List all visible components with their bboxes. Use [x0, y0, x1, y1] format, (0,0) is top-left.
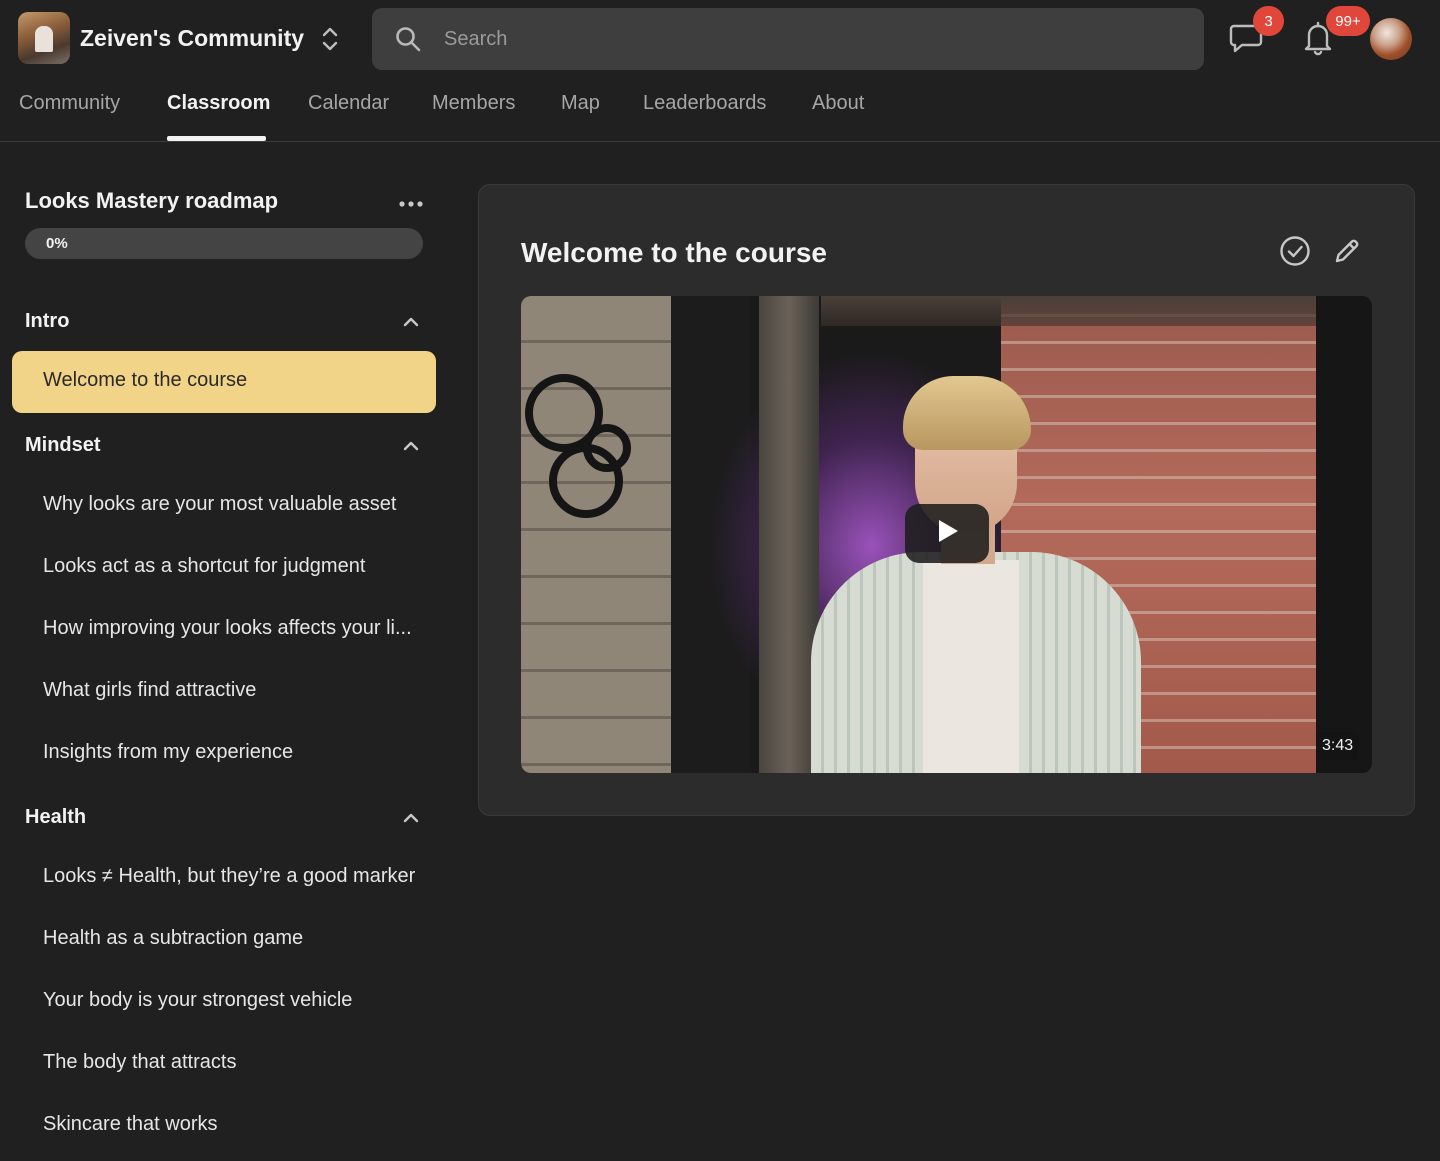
chevron-up-icon — [401, 312, 421, 332]
video-frame-presenter — [791, 376, 1171, 773]
lesson-label: Looks ≠ Health, but they’re a good marke… — [43, 865, 416, 887]
lesson-label: Health as a subtraction game — [43, 927, 304, 949]
lesson-label: Insights from my experience — [43, 741, 294, 763]
video-frame-dark-edge — [1316, 296, 1372, 773]
lesson-item[interactable]: The body that attracts — [12, 1033, 436, 1095]
video-player[interactable]: 3:43 — [521, 296, 1372, 773]
section-title: Health — [25, 806, 87, 828]
search-icon — [394, 25, 422, 53]
chevron-up-icon — [401, 436, 421, 456]
section-title: Mindset — [25, 434, 101, 456]
video-frame-ceiling — [821, 296, 1316, 326]
tab-classroom[interactable]: Classroom — [167, 92, 270, 115]
lesson-label: What girls find attractive — [43, 679, 257, 701]
lesson-label: Your body is your strongest vehicle — [43, 989, 353, 1011]
play-icon — [934, 518, 960, 549]
search-bar[interactable] — [372, 8, 1204, 70]
pencil-icon — [1332, 236, 1362, 271]
lesson-label: Welcome to the course — [43, 369, 248, 391]
lesson-label: Why looks are your most valuable asset — [43, 493, 397, 515]
section-title: Intro — [25, 310, 70, 332]
section-header-health[interactable]: Health — [25, 803, 425, 833]
lesson-item[interactable]: Your body is your strongest vehicle — [12, 971, 436, 1033]
tab-members[interactable]: Members — [432, 92, 515, 115]
mark-complete-button[interactable] — [1278, 235, 1312, 272]
chevron-up-icon — [401, 808, 421, 828]
lesson-item[interactable]: Skincare that works — [12, 1095, 436, 1157]
lesson-item[interactable]: Health as a subtraction game — [12, 909, 436, 971]
community-name[interactable]: Zeiven's Community — [80, 25, 304, 52]
video-frame-reel — [583, 424, 631, 472]
lesson-item[interactable]: What girls find attractive — [12, 661, 436, 723]
more-horizontal-icon — [399, 194, 423, 212]
lesson-label: Skincare that works — [43, 1113, 218, 1135]
community-brand[interactable]: Zeiven's Community — [18, 12, 304, 64]
lesson-item[interactable]: Looks act as a shortcut for judgment — [12, 537, 436, 599]
chevron-up-down-icon[interactable] — [318, 24, 342, 54]
chat-badge: 3 — [1253, 6, 1284, 36]
lesson-item[interactable]: How improving your looks affects your li… — [12, 599, 436, 661]
search-input[interactable] — [442, 26, 1204, 52]
progress-label: 0% — [46, 235, 68, 252]
lesson-title: Welcome to the course — [521, 237, 828, 268]
roadmap-title: Looks Mastery roadmap — [25, 188, 279, 213]
lesson-label: How improving your looks affects your li… — [43, 617, 412, 639]
tab-calendar[interactable]: Calendar — [308, 92, 389, 115]
section-header-intro[interactable]: Intro — [25, 307, 425, 337]
play-button[interactable] — [905, 504, 989, 563]
video-frame-presenter-tee — [923, 560, 1019, 773]
tab-community[interactable]: Community — [19, 92, 120, 115]
video-frame-presenter-hair — [903, 376, 1031, 450]
check-circle-icon — [1279, 235, 1311, 272]
lesson-card: Welcome to the course 3:43 — [478, 184, 1415, 816]
user-avatar[interactable] — [1370, 18, 1412, 60]
notifications-badge: 99+ — [1326, 6, 1370, 36]
main-nav: Community Classroom Calendar Members Map… — [0, 82, 1440, 142]
lesson-item[interactable]: Looks ≠ Health, but they’re a good marke… — [12, 847, 436, 909]
lesson-item[interactable]: Why looks are your most valuable asset — [12, 475, 436, 537]
section-header-mindset[interactable]: Mindset — [25, 431, 425, 461]
lesson-item[interactable]: Welcome to the course — [12, 351, 436, 413]
tab-about[interactable]: About — [812, 92, 864, 115]
top-header: Zeiven's Community 3 — [0, 0, 1440, 76]
community-logo[interactable] — [18, 12, 70, 64]
lesson-item[interactable]: Insights from my experience — [12, 723, 436, 785]
edit-lesson-button[interactable] — [1330, 236, 1364, 270]
more-options-button[interactable] — [396, 191, 426, 215]
lesson-label: The body that attracts — [43, 1051, 237, 1073]
tab-leaderboards[interactable]: Leaderboards — [643, 92, 766, 115]
course-sidebar: Looks Mastery roadmap 0% Intro Welcome t… — [0, 143, 450, 1161]
lesson-label: Looks act as a shortcut for judgment — [43, 555, 366, 577]
tab-map[interactable]: Map — [561, 92, 600, 115]
active-tab-indicator — [167, 136, 266, 141]
video-duration: 3:43 — [1316, 732, 1360, 760]
course-progress-bar: 0% — [25, 228, 423, 259]
video-frame-wall-left — [521, 296, 671, 773]
